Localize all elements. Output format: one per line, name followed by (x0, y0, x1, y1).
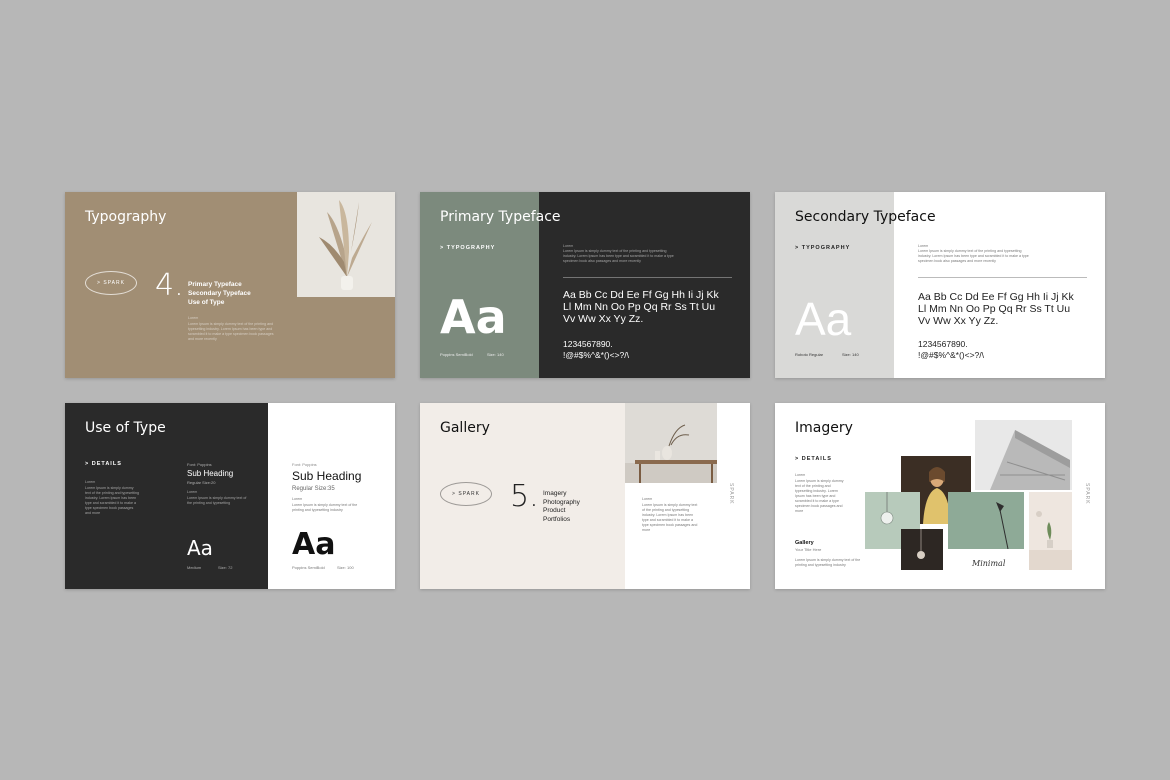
body-label: Lorem (642, 497, 653, 501)
body-text: Lorem Ipsum is simply dummy text of the … (563, 249, 674, 263)
floor-lamp-photo (948, 492, 1024, 549)
palm-leaf-photo (297, 192, 395, 297)
section-kicker: > DETAILS (795, 456, 832, 462)
font-name: Poppins SemiBold (440, 352, 473, 357)
slide-secondary-typeface[interactable]: Secondary Typeface > TYPOGRAPHY Aa Robot… (775, 192, 1105, 378)
alphabet-line: Aa Bb Cc Dd Ee Ff Gg Hh Ii Jj Kk (918, 291, 1074, 303)
body-label: Lorem (85, 480, 96, 484)
alphabet-specimen: Aa Bb Cc Dd Ee Ff Gg Hh Ii Jj Kk Ll Mm N… (563, 289, 719, 325)
list-item: Portfolios (543, 515, 571, 523)
spark-pill: > SPARK (85, 271, 137, 295)
mid-weight: Medium (187, 565, 202, 570)
list-item: Product (543, 507, 566, 514)
body-label: Lorem (188, 316, 199, 320)
right-sub-heading: Sub Heading (292, 469, 362, 483)
alphabet-line: Ll Mm Nn Oo Pp Qq Rr Ss Tt Uu (918, 303, 1071, 315)
list-item: Photography (543, 498, 580, 506)
alphabet-line: Aa Bb Cc Dd Ee Ff Gg Hh Ii Jj Kk (563, 289, 719, 301)
slide-title: Gallery (440, 420, 490, 436)
section-number: 5. (510, 479, 539, 514)
dark-still-life-photo (901, 529, 943, 570)
vertical-brand: SPARK (1084, 483, 1090, 505)
right-type-sample: Aa (292, 527, 336, 562)
table-vase-illustration (625, 403, 717, 483)
slide-use-of-type[interactable]: Use of Type > DETAILS Lorem Lorem Ipsum … (65, 403, 395, 589)
section-kicker: > TYPOGRAPHY (440, 245, 496, 251)
mid-body-label: Lorem (187, 490, 198, 494)
font-name: Roboto Regular (795, 352, 824, 357)
right-body-text: Lorem Ipsum is simply dummy text of the … (292, 503, 358, 512)
palm-leaf-illustration (297, 192, 395, 297)
list-item: Secondary Typeface (188, 290, 251, 297)
body-text: Lorem Ipsum is simply dummy text of the … (795, 479, 844, 513)
font-size: Size: 140 (842, 352, 859, 357)
alphabet-line: Ll Mm Nn Oo Pp Qq Rr Ss Tt Uu (563, 301, 716, 313)
list-item: Use of Type (188, 299, 225, 306)
mid-body-text: Lorem Ipsum is simply dummy text of the … (187, 496, 247, 505)
right-weight: Poppins SemiBold (292, 565, 325, 570)
body-text: Lorem Ipsum is simply dummy text of the … (85, 486, 139, 515)
right-font-label: Font: Poppins (292, 462, 317, 467)
slide-title: Secondary Typeface (795, 209, 936, 225)
slide-typography[interactable]: Typography > SPARK 4. Primary Typeface S… (65, 192, 395, 378)
slide-title: Typography (85, 209, 167, 225)
slide-title: Imagery (795, 420, 853, 436)
alphabet-line: Vv Ww Xx Yy Zz. (918, 315, 999, 327)
divider (563, 277, 732, 278)
slide-gallery[interactable]: Gallery > SPARK 5. Imagery Photography P… (420, 403, 750, 589)
section-number: 4. (155, 268, 184, 303)
symbols-specimen: !@#$%^&*()<>?/\ (563, 350, 630, 360)
dark-still-life-illustration (901, 529, 943, 570)
alphabet-specimen: Aa Bb Cc Dd Ee Ff Gg Hh Ii Jj Kk Ll Mm N… (918, 291, 1074, 327)
mid-type-sample: Aa (187, 536, 213, 560)
page-background: { "slides": { "typography": { "title": "… (0, 0, 1170, 780)
mid-meta: Regular Size:20 (187, 480, 216, 485)
list-item: Primary Typeface (188, 281, 242, 288)
floor-lamp-illustration (948, 492, 1024, 549)
building-illustration (975, 420, 1072, 490)
mid-font-label: Font: Poppins (187, 462, 212, 467)
right-body-label: Lorem (292, 497, 303, 501)
mid-sub-heading: Sub Heading (187, 469, 234, 478)
typeface-sample: Aa (795, 293, 852, 345)
right-size: Size: 100 (337, 565, 354, 570)
plant-shelf-illustration (1029, 492, 1072, 570)
slide-title: Use of Type (85, 420, 166, 436)
script-caption: Minimal (972, 559, 1006, 568)
body-text: Lorem Ipsum is simply dummy text of the … (918, 249, 1029, 263)
font-size: Size: 140 (487, 352, 504, 357)
symbols-specimen: !@#$%^&*()<>?/\ (918, 350, 985, 360)
slide-title: Primary Typeface (440, 209, 561, 225)
gallery-label: Gallery (795, 540, 814, 546)
numbers-specimen: 1234567890. (918, 339, 968, 349)
body-label: Lorem (795, 473, 806, 477)
section-list: Primary Typeface Secondary Typeface Use … (188, 280, 251, 307)
section-kicker: > DETAILS (85, 461, 122, 467)
vertical-brand: SPARK (728, 483, 734, 505)
alphabet-line: Vv Ww Xx Yy Zz. (563, 313, 644, 325)
body-text: Lorem Ipsum is simply dummy text of the … (188, 322, 274, 341)
typeface-sample: Aa (440, 290, 507, 344)
plant-shelf-photo (1029, 492, 1072, 570)
section-list: Imagery Photography Product Portfolios (543, 490, 580, 524)
body-text: Lorem Ipsum is simply dummy text of the … (642, 503, 698, 532)
mid-size: Size: 72 (218, 565, 233, 570)
gallery-body: Lorem Ipsum is simply dummy text of the … (795, 558, 861, 567)
building-photo (975, 420, 1072, 490)
divider (918, 277, 1087, 278)
slide-imagery[interactable]: Imagery > DETAILS Lorem Lorem Ipsum is s… (775, 403, 1105, 589)
table-vase-photo (625, 403, 717, 483)
right-meta: Regular Size:35 (292, 486, 335, 492)
numbers-specimen: 1234567890. (563, 339, 613, 349)
list-item: Imagery (543, 490, 567, 497)
section-kicker: > TYPOGRAPHY (795, 245, 851, 251)
spark-pill: > SPARK (440, 482, 492, 506)
slide-primary-typeface[interactable]: Primary Typeface > TYPOGRAPHY Aa Poppins… (420, 192, 750, 378)
gallery-subtitle: Your Title Here (795, 547, 822, 552)
